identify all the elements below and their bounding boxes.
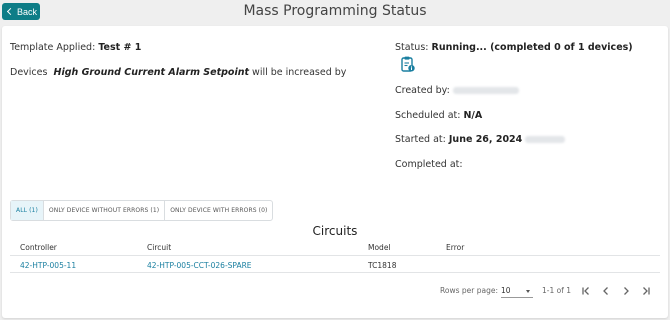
status-value: Running... (completed 0 of 1 devices) xyxy=(431,42,633,53)
started-at: Started at: June 26, 2024 xyxy=(395,134,566,145)
column-header-error[interactable]: Error xyxy=(446,243,464,252)
column-header-circuit[interactable]: Circuit xyxy=(147,243,171,252)
column-header-model[interactable]: Model xyxy=(368,243,391,252)
template-applied: Template Applied: Test # 1 xyxy=(10,42,141,53)
template-label: Template Applied: xyxy=(10,42,96,53)
tab-with-errors[interactable]: ONLY DEVICE WITH ERRORS (0) xyxy=(165,201,272,220)
row-controller-link[interactable]: 42-HTP-005-11 xyxy=(20,261,76,270)
next-page-icon[interactable] xyxy=(619,284,633,298)
circuits-title: Circuits xyxy=(312,224,358,238)
redacted-text xyxy=(452,87,519,94)
devices-description: Devices High Ground Current Alarm Setpoi… xyxy=(10,67,346,78)
clipboard-info-icon[interactable] xyxy=(401,56,415,72)
started-label: Started at: xyxy=(395,134,446,145)
started-value: June 26, 2024 xyxy=(448,134,523,145)
rows-per-page-value: 10 xyxy=(501,286,511,295)
tab-all[interactable]: ALL (1) xyxy=(11,201,44,220)
completed-label: Completed at: xyxy=(395,159,463,170)
rows-per-page-label: Rows per page: xyxy=(440,286,498,295)
rows-per-page-select[interactable]: 10 xyxy=(501,283,533,298)
status-label: Status: xyxy=(395,42,429,53)
scheduled-label: Scheduled at: xyxy=(395,110,461,121)
created-by: Created by: xyxy=(395,85,519,96)
status-card: Template Applied: Test # 1 Devices High … xyxy=(2,26,668,318)
divider xyxy=(10,255,660,256)
devices-setting: High Ground Current Alarm Setpoint xyxy=(53,67,250,78)
scheduled-at: Scheduled at: N/A xyxy=(395,110,482,121)
divider xyxy=(10,272,660,273)
last-page-icon[interactable] xyxy=(639,284,653,298)
template-value: Test # 1 xyxy=(98,42,142,53)
filter-tabs: ALL (1) ONLY DEVICE WITHOUT ERRORS (1) O… xyxy=(10,200,274,221)
devices-suffix: will be increased by xyxy=(252,67,347,78)
row-circuit-link[interactable]: 42-HTP-005-CCT-026-SPARE xyxy=(147,261,252,270)
redacted-text xyxy=(525,136,566,143)
pagination-range: 1-1 of 1 xyxy=(542,286,572,295)
row-model: TC1818 xyxy=(368,261,397,270)
status-line: Status: Running... (completed 0 of 1 dev… xyxy=(395,42,633,53)
caret-down-icon xyxy=(526,290,530,293)
created-by-label: Created by: xyxy=(395,85,450,96)
first-page-icon[interactable] xyxy=(579,284,593,298)
column-header-controller[interactable]: Controller xyxy=(20,243,57,252)
devices-label: Devices xyxy=(10,67,48,78)
scheduled-value: N/A xyxy=(463,110,483,121)
top-bar: Back Mass Programming Status xyxy=(0,0,670,22)
tab-without-errors[interactable]: ONLY DEVICE WITHOUT ERRORS (1) xyxy=(44,201,166,220)
page-title: Mass Programming Status xyxy=(243,3,427,19)
completed-at: Completed at: xyxy=(395,159,463,170)
prev-page-icon[interactable] xyxy=(599,284,613,298)
